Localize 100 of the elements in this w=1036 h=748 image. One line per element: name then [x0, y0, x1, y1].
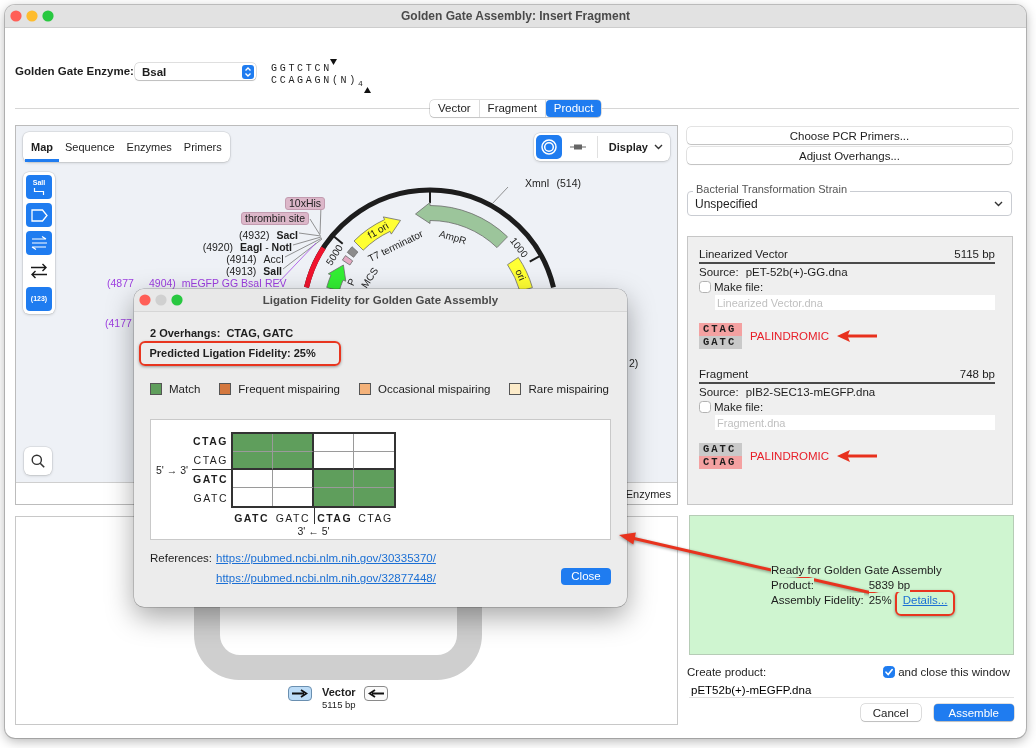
part-size: 748 bp: [959, 368, 995, 381]
map-tab[interactable]: Primers: [177, 132, 228, 162]
reference-link[interactable]: https://pubmed.ncbi.nlm.nih.gov/30335370/: [216, 552, 436, 565]
window-zoom-icon[interactable]: [171, 294, 183, 306]
reference-link[interactable]: https://pubmed.ncbi.nlm.nih.gov/32877448/: [216, 572, 436, 585]
window-close-icon[interactable]: [139, 294, 151, 306]
references-label: References:: [150, 552, 213, 566]
overhang-strand: GATC: [699, 336, 742, 349]
row-label: GATC: [192, 491, 229, 506]
source-file: pET-52b(+)-GG.dna: [745, 266, 848, 279]
row-label: CTAG: [192, 451, 231, 470]
partial-label: 2): [629, 357, 639, 369]
column-label: GATC: [233, 511, 271, 524]
row-label: GATC: [192, 472, 229, 487]
fidelity-text: Predicted Ligation Fidelity: 25%: [149, 347, 316, 360]
reverse-direction-button[interactable]: [363, 686, 388, 701]
status-value: 5839 bp: [868, 578, 911, 592]
dialog-button[interactable]: Assemble: [933, 704, 1014, 721]
dialog-button[interactable]: Cancel: [860, 704, 921, 721]
feature-tag: thrombin site: [241, 212, 310, 225]
checkbox-label: Make file:: [714, 280, 764, 294]
filename-field[interactable]: Linearized Vector.dna: [715, 295, 995, 310]
overhang-strand: CTAG: [699, 456, 742, 469]
primer-arrows-icon: [30, 236, 48, 250]
site-position: (4913): [225, 265, 257, 277]
field-label: Create product:: [687, 665, 767, 679]
source-label: Source:: [699, 386, 739, 399]
source-file: pIB2-SEC13-mEGFP.dna: [745, 386, 876, 399]
feature-label: P: [345, 276, 358, 288]
primer-label: (4877: [107, 277, 134, 289]
site-position: (4914): [226, 253, 257, 265]
window-zoom-icon[interactable]: [42, 10, 54, 22]
checkbox-label: Make file:: [714, 400, 764, 414]
checkbox[interactable]: [883, 666, 896, 678]
view-tab[interactable]: Fragment: [479, 100, 546, 117]
field-label: Golden Gate Enzyme:: [15, 65, 135, 77]
action-button[interactable]: Adjust Overhangs...: [687, 147, 1012, 164]
search-icon: [31, 454, 45, 468]
window-title: Ligation Fidelity for Golden Gate Assembly: [262, 294, 499, 306]
view-tab[interactable]: Product: [545, 100, 602, 117]
warning-text: PALINDROMIC: [750, 330, 830, 342]
legend-label: Occasional mispairing: [377, 383, 491, 395]
close-button[interactable]: Close: [561, 568, 611, 585]
highlighted-segment: [304, 246, 326, 289]
cut-marker-icon: [363, 87, 371, 93]
feature-label: AmpR: [438, 228, 468, 247]
part-title: Linearized Vector: [699, 248, 788, 261]
features-tool-button[interactable]: [26, 203, 52, 227]
map-tab[interactable]: Sequence: [59, 132, 121, 162]
stepper-icon: [242, 64, 254, 79]
construct-size: 5115 bp: [322, 699, 356, 711]
axis-label: 3' ← 5': [296, 524, 331, 538]
overhang-strand: CTAG: [699, 323, 742, 336]
row-label: CTAG: [192, 434, 229, 449]
recognition-sequence: GGTCTCN: [271, 63, 332, 75]
linear-map-icon: [569, 143, 586, 151]
ring-icon: [540, 139, 557, 155]
legend-label: Match: [169, 383, 201, 395]
legend-label: Rare mispairing: [528, 383, 609, 395]
swap-arrows-icon: [30, 263, 48, 279]
leader-line: [491, 186, 509, 205]
legend-label: Frequent mispairing: [238, 383, 340, 395]
circular-view-button[interactable]: [535, 135, 562, 159]
window-title: Golden Gate Assembly: Insert Fragment: [401, 9, 630, 23]
site-position: (4932): [239, 229, 270, 241]
site-position: (514): [556, 177, 582, 189]
site-position: (4920): [202, 241, 234, 253]
checkbox[interactable]: [699, 401, 711, 413]
enzyme-select[interactable]: BsaI: [135, 63, 256, 80]
group-label: Bacterial Transformation Strain: [693, 183, 850, 195]
warning-text: PALINDROMIC: [750, 450, 830, 462]
bottom-tab[interactable]: Enzymes: [625, 487, 671, 500]
primer-label: 4904) mEGFP GG BsaI REV: [149, 277, 287, 289]
action-button[interactable]: Choose PCR Primers...: [687, 127, 1012, 144]
filename-field[interactable]: Fragment.dna: [715, 415, 995, 430]
view-tab[interactable]: Vector: [430, 100, 480, 117]
primer-label: (4177: [105, 317, 132, 329]
axis-label: 5' → 3': [156, 464, 190, 476]
checkbox-label: and close this window: [898, 665, 1010, 679]
enzyme-name: AccI: [263, 253, 284, 265]
enzyme-name: XmnI: [525, 177, 550, 189]
cut-marker-icon: [329, 59, 337, 65]
display-menu[interactable]: Display: [600, 135, 668, 159]
column-label: GATC: [274, 511, 312, 524]
search-button[interactable]: [24, 447, 52, 475]
tick-mark: [528, 253, 543, 263]
details-link[interactable]: Details...: [902, 594, 948, 606]
map-tab[interactable]: Map: [25, 132, 59, 162]
left-arrow-icon: [367, 689, 384, 698]
window-close-icon[interactable]: [10, 10, 22, 22]
status-label: Assembly Fidelity:: [771, 593, 864, 607]
chevron-down-icon: [654, 144, 663, 150]
feature-tag: 10xHis: [285, 197, 326, 210]
tag-shape-icon: [30, 208, 48, 222]
feature-label: f1 ori: [365, 219, 391, 241]
checkbox[interactable]: [699, 281, 711, 293]
map-tab[interactable]: Enzymes: [120, 132, 178, 162]
overhangs-summary: 2 Overhangs: CTAG, GATC: [150, 327, 295, 340]
cut-site-icon: [33, 188, 45, 195]
forward-direction-button[interactable]: [288, 686, 312, 701]
